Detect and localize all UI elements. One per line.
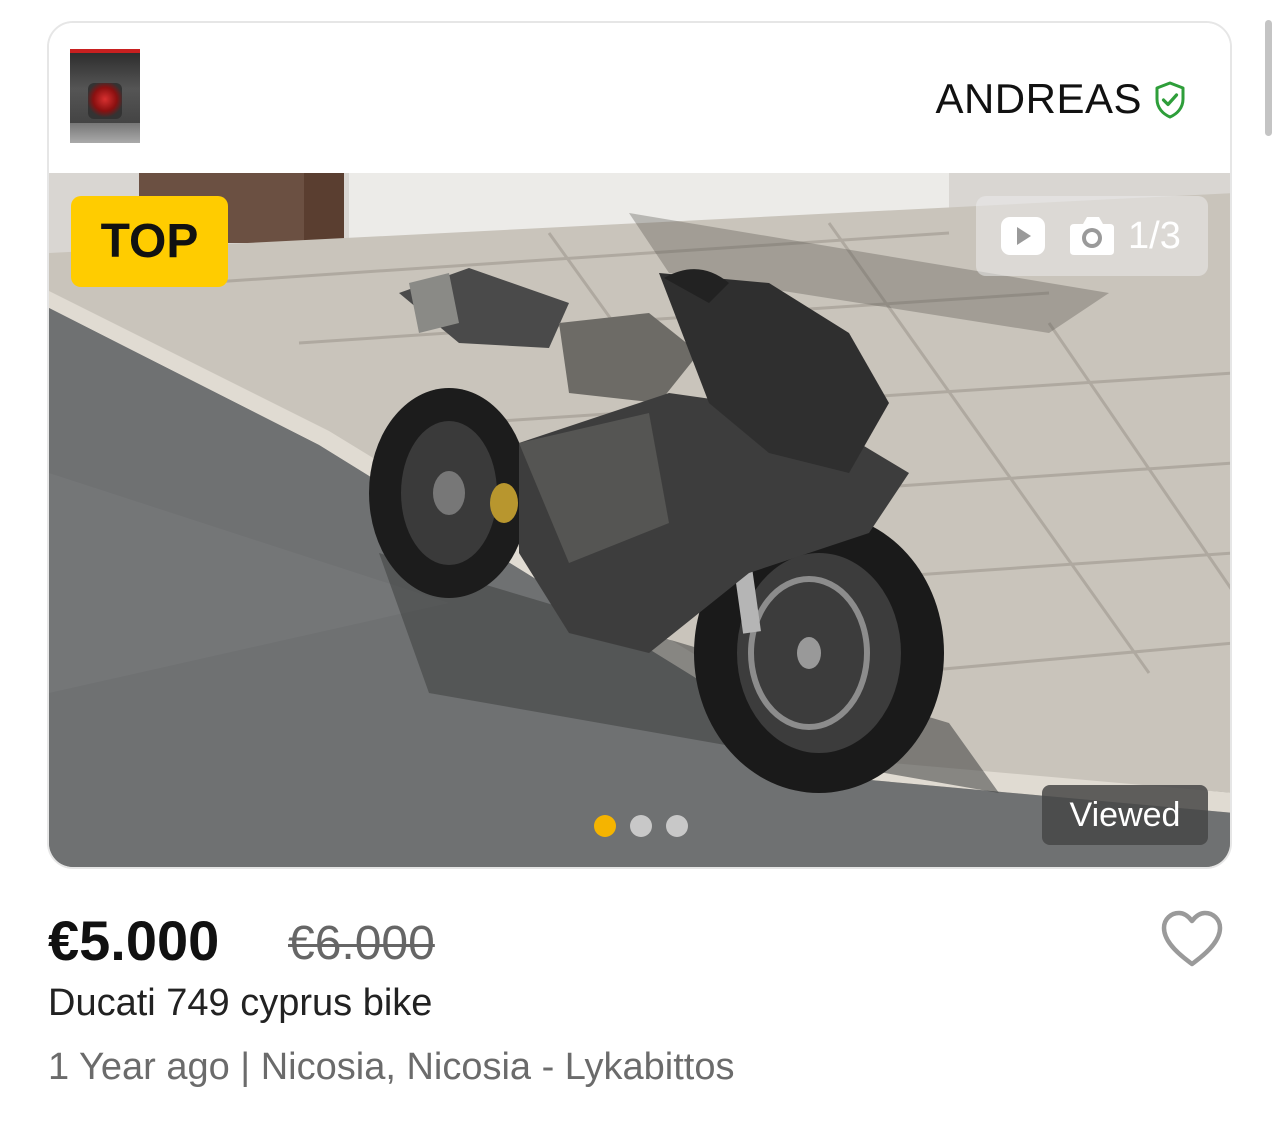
viewed-badge: Viewed	[1042, 785, 1208, 845]
video-play-icon[interactable]	[1000, 216, 1046, 256]
carousel-dot[interactable]	[630, 815, 652, 837]
listing-title[interactable]: Ducati 749 cyprus bike	[48, 982, 432, 1025]
seller-avatar[interactable]	[70, 49, 140, 143]
carousel-dot[interactable]	[666, 815, 688, 837]
carousel-dots[interactable]	[594, 815, 688, 837]
price-current: €5.000	[48, 909, 220, 972]
listing-meta: 1 Year ago | Nicosia, Nicosia - Lykabitt…	[48, 1046, 735, 1088]
price-old: €6.000	[288, 917, 435, 970]
avatar-floor-graphic	[70, 123, 140, 143]
listing-card[interactable]: ANDREAS TOP 1/3 Viewed	[47, 21, 1232, 869]
seller-name[interactable]: ANDREAS	[935, 75, 1142, 123]
carousel-dot[interactable]	[594, 815, 616, 837]
photo-counter: 1/3	[1128, 215, 1181, 257]
verified-shield-icon	[1155, 81, 1185, 119]
heart-icon[interactable]	[1160, 910, 1224, 968]
camera-icon	[1070, 217, 1114, 255]
top-badge: TOP	[71, 196, 228, 287]
listing-page: ANDREAS TOP 1/3 Viewed €5.000 €6.000 Duc…	[0, 0, 1280, 1146]
seller-header[interactable]: ANDREAS	[49, 23, 1230, 173]
scrollbar[interactable]	[1265, 20, 1272, 136]
avatar-engine-graphic	[88, 83, 122, 119]
price-row: €5.000 €6.000	[48, 908, 1228, 978]
listing-photo[interactable]: TOP 1/3 Viewed	[49, 173, 1230, 867]
media-indicator[interactable]: 1/3	[976, 196, 1208, 276]
